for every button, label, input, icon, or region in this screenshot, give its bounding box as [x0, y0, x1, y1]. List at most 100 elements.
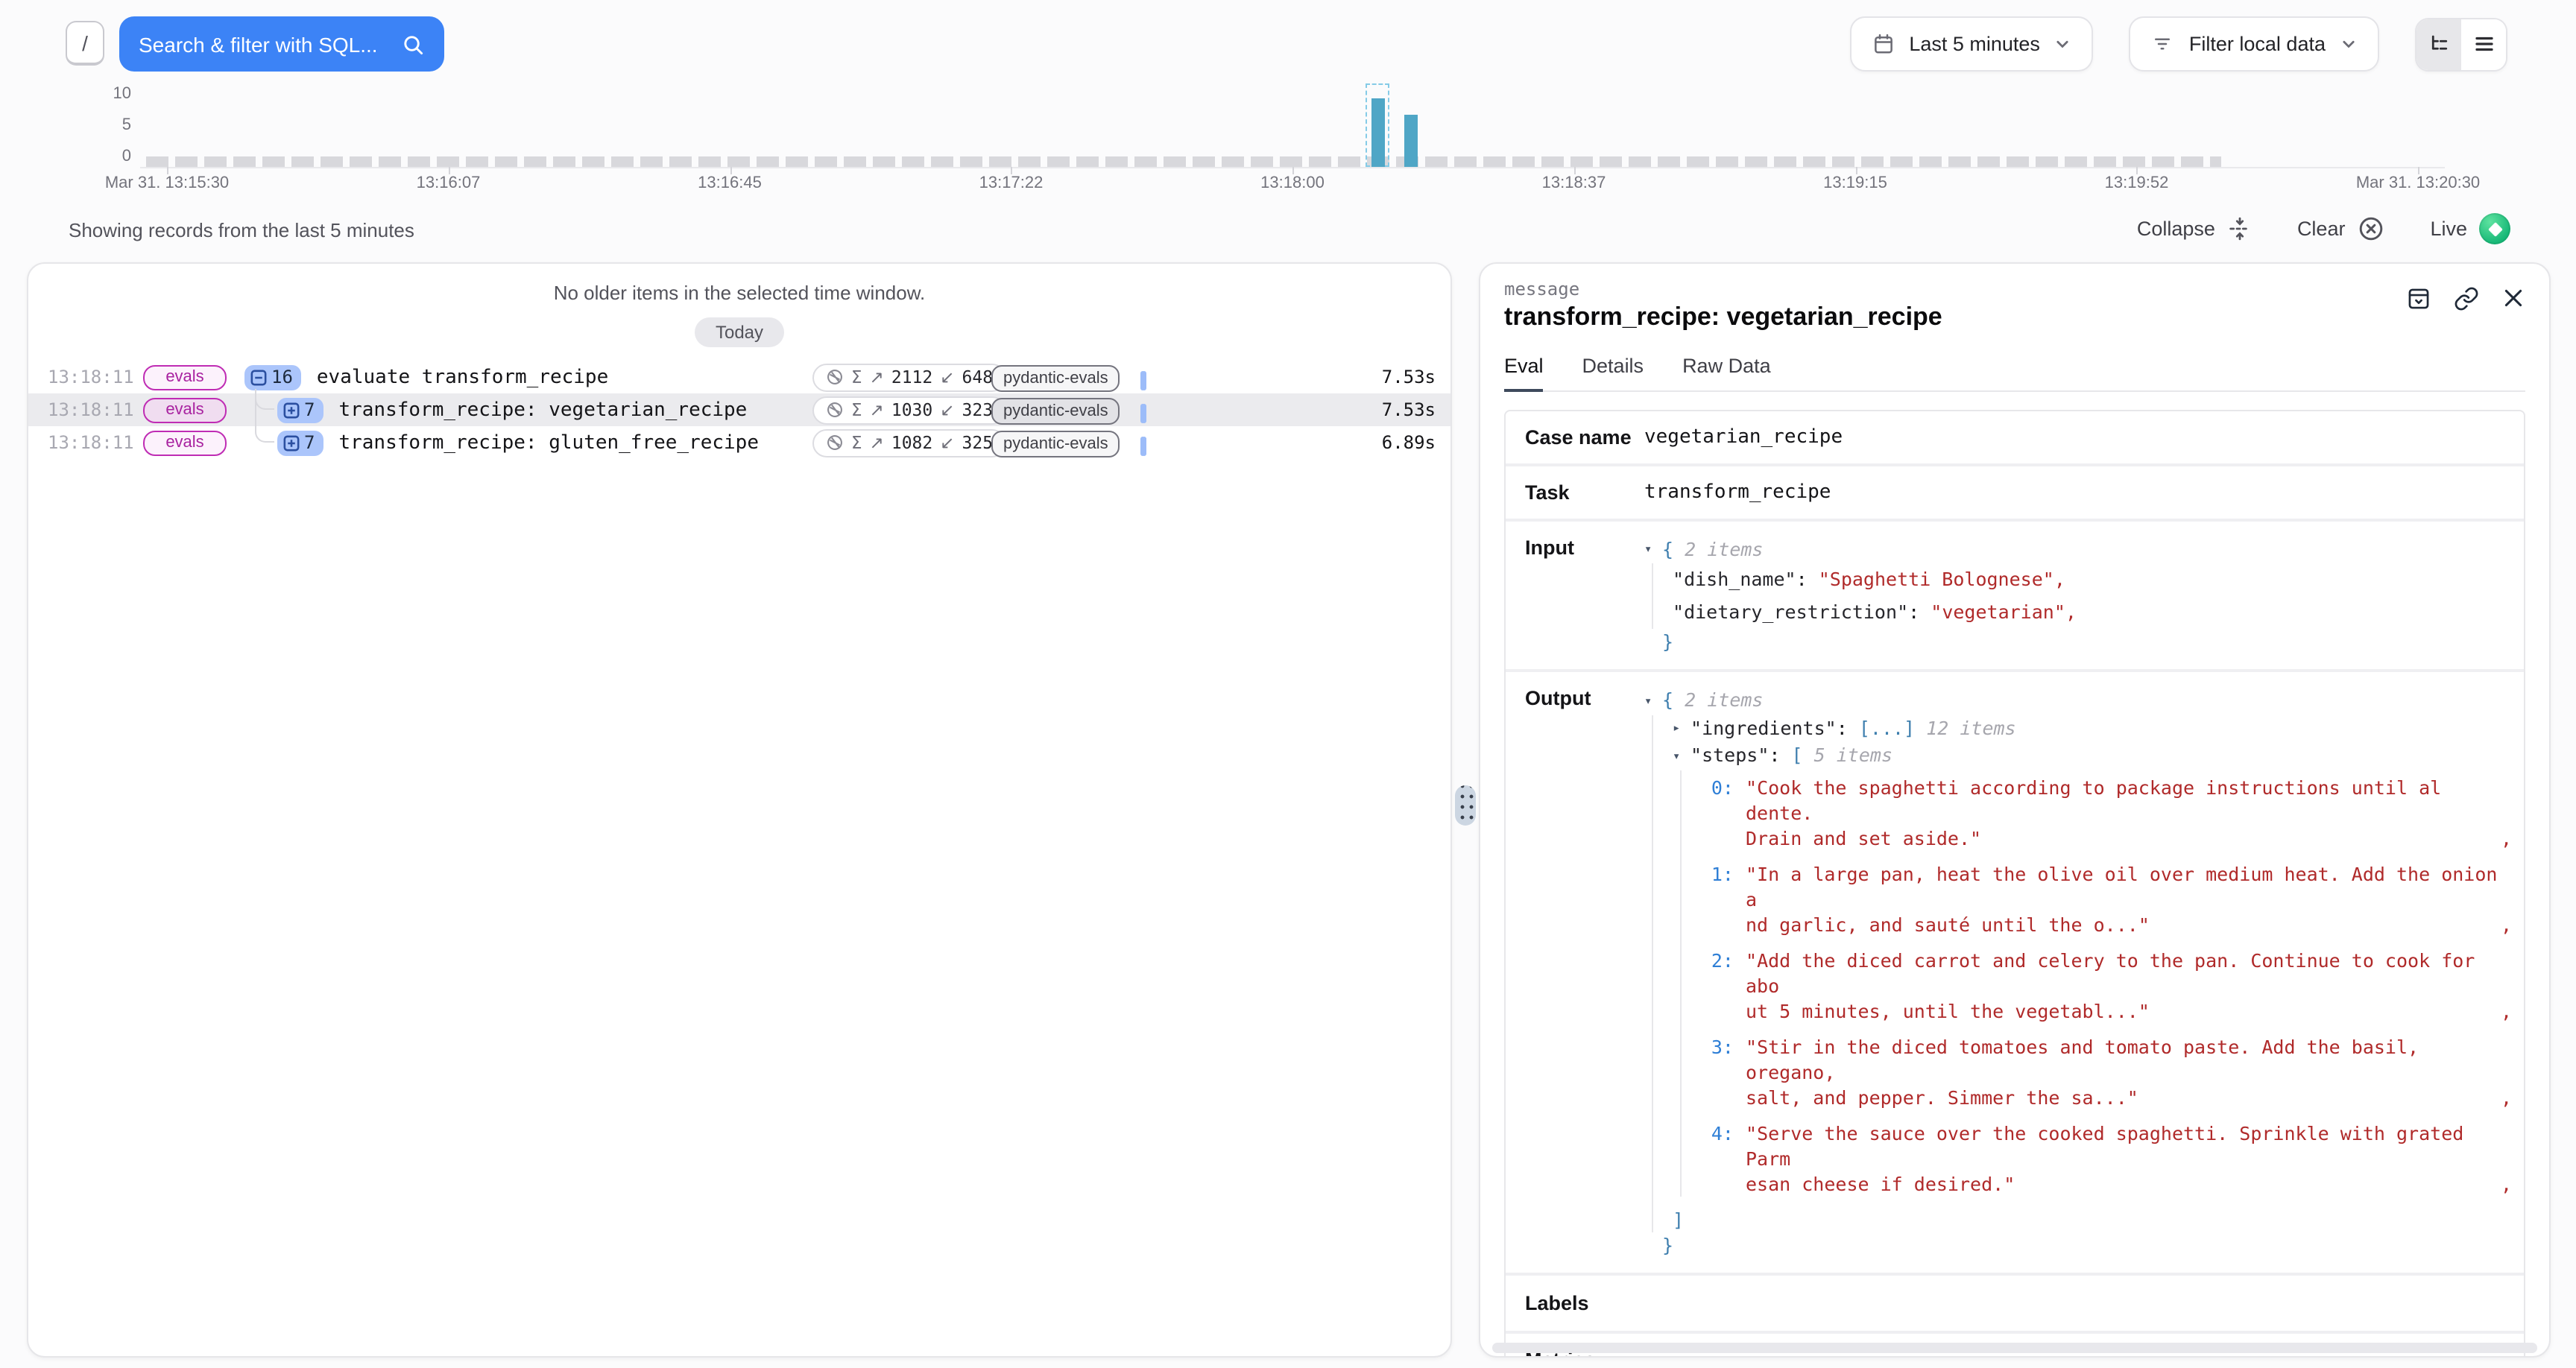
input-json-viewer[interactable]: ▾{ 2 items dish_name: Spaghetti Bolognes…: [1644, 536, 2524, 654]
row-evals-tag[interactable]: evals: [143, 430, 227, 455]
panel-resize-handle[interactable]: [1455, 785, 1476, 826]
link-icon: [2454, 286, 2479, 311]
row-token-pill: Σ↗1030↙323: [812, 396, 991, 424]
x-axis-tick-label: Mar 31. 13:15:30: [105, 174, 229, 192]
trace-rows: 13:18:11 evals 16 evaluate transform_rec…: [28, 361, 1450, 459]
row-timestamp: 13:18:11: [28, 367, 122, 387]
horizontal-scrollbar[interactable]: [1492, 1343, 2537, 1353]
row-title: evaluate transform_recipe: [317, 366, 608, 388]
clear-icon: [2357, 215, 2385, 243]
calendar-icon: [1872, 33, 1894, 55]
chevron-down-icon: [2055, 36, 2071, 52]
dock-panel-button[interactable]: [2406, 286, 2431, 311]
collapse-node-icon: [250, 369, 267, 385]
clear-label: Clear: [2297, 218, 2346, 240]
task-row: Task transform_recipe: [1506, 466, 2524, 521]
timeline-plot[interactable]: Mar 31. 13:15:3013:16:0713:16:4513:17:22…: [140, 83, 2445, 203]
row-token-pill: Σ↗2112↙648: [812, 363, 991, 391]
tree-view-icon: [2428, 33, 2450, 55]
row-package-badge: pydantic-evals: [991, 364, 1134, 390]
row-expand-badge[interactable]: 7: [277, 430, 323, 455]
clear-button[interactable]: Clear: [2297, 215, 2386, 243]
row-expand-badge[interactable]: 7: [277, 397, 323, 422]
json-entry: dietary_restriction: vegetarian,: [1673, 596, 2512, 629]
row-evals-tag[interactable]: evals: [143, 397, 227, 422]
x-axis-tick: [730, 167, 731, 174]
input-row: Input ▾{ 2 items dish_name: Spaghetti Bo…: [1506, 521, 2524, 672]
search-button-label: Search & filter with SQL...: [139, 32, 378, 56]
live-button[interactable]: Live: [2430, 213, 2510, 244]
trace-row[interactable]: 13:18:11 evals 7 transform_recipe: glute…: [28, 426, 1450, 459]
collapse-caret-icon[interactable]: ▾: [1644, 538, 1662, 563]
tab-eval[interactable]: Eval: [1504, 355, 1544, 392]
histogram-bar[interactable]: [1404, 115, 1418, 167]
expand-caret-icon[interactable]: ▸: [1673, 717, 1690, 742]
x-axis-tick: [167, 167, 168, 174]
list-view-icon: [2472, 33, 2495, 55]
timeline-chart[interactable]: 10 5 0 Mar 31. 13:15:3013:16:0713:16:451…: [0, 83, 2576, 203]
search-icon: [401, 32, 425, 56]
row-title: transform_recipe: vegetarian_recipe: [338, 399, 747, 421]
close-icon: [2501, 286, 2525, 310]
token-coin-icon: [826, 401, 844, 419]
x-axis-tick-label: Mar 31. 13:20:30: [2356, 174, 2480, 192]
list-view-button[interactable]: [2461, 19, 2506, 69]
row-title: transform_recipe: gluten_free_recipe: [338, 431, 759, 454]
trace-row[interactable]: 13:18:11 evals 7 transform_recipe: veget…: [28, 393, 1450, 426]
trace-row[interactable]: 13:18:11 evals 16 evaluate transform_rec…: [28, 361, 1450, 393]
copy-link-button[interactable]: [2454, 286, 2479, 311]
output-json-viewer[interactable]: ▾{ 2 items ▸ingredients: [...] 12 items …: [1644, 687, 2524, 1257]
collapse-caret-icon[interactable]: ▾: [1644, 689, 1662, 715]
x-axis-tick-label: 13:18:00: [1260, 174, 1325, 192]
row-package-badge: pydantic-evals: [991, 396, 1134, 423]
x-axis-tick: [1574, 167, 1576, 174]
filter-local-data-label: Filter local data: [2189, 33, 2326, 55]
row-duration: 7.53s: [1358, 399, 1436, 420]
collapse-caret-icon[interactable]: ▾: [1673, 744, 1690, 770]
case-name-label: Case name: [1506, 425, 1644, 448]
tree-view-button[interactable]: [2416, 19, 2461, 69]
output-row: Output ▾{ 2 items ▸ingredients: [...] 12…: [1506, 672, 2524, 1275]
time-range-label: Last 5 minutes: [1909, 33, 2040, 55]
time-range-button[interactable]: Last 5 minutes: [1849, 16, 2094, 72]
row-duration: 7.53s: [1358, 367, 1436, 387]
empty-window-notice: No older items in the selected time wind…: [28, 282, 1450, 304]
collapse-icon: [2227, 216, 2253, 241]
json-array-item: 2: Add the diced carrot and celery to th…: [1701, 947, 2512, 1023]
collapse-label: Collapse: [2137, 218, 2215, 240]
row-expand-badge[interactable]: 16: [244, 364, 302, 390]
x-axis-tick-label: 13:18:37: [1542, 174, 1606, 192]
task-value: transform_recipe: [1644, 481, 2524, 503]
expand-node-icon: [283, 402, 300, 418]
json-entry: dish_name: Spaghetti Bolognese,: [1673, 563, 2512, 596]
dock-panel-icon: [2406, 286, 2431, 311]
tab-raw-data[interactable]: Raw Data: [1682, 355, 1771, 390]
histogram-bar[interactable]: [1371, 98, 1385, 167]
x-axis-tick: [1011, 167, 1013, 174]
date-pill: Today: [695, 317, 784, 347]
json-array-item: 0: Cook the spaghetti according to packa…: [1701, 774, 2512, 850]
row-evals-tag[interactable]: evals: [143, 364, 227, 390]
y-axis-tick: 0: [92, 148, 131, 165]
token-coin-icon: [826, 434, 844, 452]
search-button[interactable]: Search & filter with SQL...: [119, 16, 444, 72]
close-panel-button[interactable]: [2501, 286, 2525, 311]
row-token-pill: Σ↗1082↙325: [812, 428, 991, 457]
tab-details[interactable]: Details: [1582, 355, 1644, 390]
row-package-badge: pydantic-evals: [991, 429, 1134, 456]
filter-local-data-button[interactable]: Filter local data: [2130, 16, 2379, 72]
chevron-down-icon: [2340, 36, 2357, 52]
labels-label: Labels: [1506, 1291, 1644, 1314]
x-axis-tick-label: 13:19:15: [1823, 174, 1887, 192]
collapse-button[interactable]: Collapse: [2137, 216, 2253, 241]
tree-connector: [255, 389, 274, 443]
eval-table: Case name vegetarian_recipe Task transfo…: [1504, 409, 2525, 1358]
showing-records-text: Showing records from the last 5 minutes: [69, 219, 414, 241]
row-duration: 6.89s: [1358, 432, 1436, 453]
x-axis-tick: [1292, 167, 1294, 174]
x-axis-tick: [449, 167, 450, 174]
detail-tabs: Eval Details Raw Data: [1504, 355, 2525, 391]
labels-row: Labels: [1506, 1275, 2524, 1333]
live-indicator-icon: [2479, 213, 2510, 244]
y-axis-tick: 10: [92, 85, 131, 103]
